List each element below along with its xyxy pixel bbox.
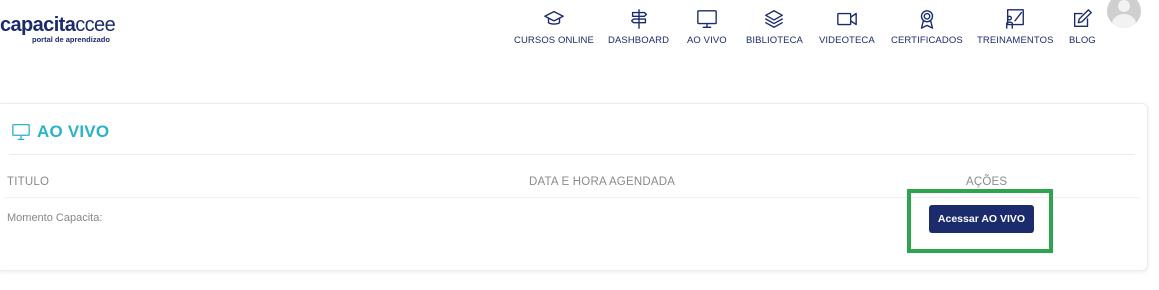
layers-icon <box>765 10 784 28</box>
monitor-icon <box>697 10 717 28</box>
user-avatar[interactable] <box>1107 0 1141 28</box>
nav-item-treinamentos[interactable]: TREINAMENTOS <box>977 8 1054 46</box>
nav-label: BLOG <box>1069 35 1096 46</box>
signpost-icon <box>630 9 647 29</box>
nav-label: AO VIVO <box>687 35 727 46</box>
nav-item-dashboard[interactable]: DASHBOARD <box>608 8 669 46</box>
logo-tagline: portal de aprendizado <box>32 35 110 44</box>
nav-label: TREINAMENTOS <box>977 35 1054 46</box>
nav-item-certificados[interactable]: CERTIFICADOS <box>891 8 963 46</box>
nav-label: BIBLIOTECA <box>746 35 803 46</box>
nav-item-cursos-online[interactable]: CURSOS ONLINE <box>514 8 594 46</box>
avatar-body <box>1112 14 1136 28</box>
nav-label: CURSOS ONLINE <box>514 35 594 46</box>
nav-item-videoteca[interactable]: VIDEOTECA <box>819 8 875 46</box>
page-title-text: AO VIVO <box>37 122 110 141</box>
nav-label: CERTIFICADOS <box>891 35 963 46</box>
divider <box>9 154 1135 155</box>
nav-item-blog[interactable]: BLOG <box>1069 8 1096 46</box>
nav-label: VIDEOTECA <box>819 35 875 46</box>
nav-item-biblioteca[interactable]: BIBLIOTECA <box>746 8 803 46</box>
column-header-datetime: DATA E HORA AGENDADA <box>529 176 676 188</box>
live-sessions-card: AO VIVO TITULO DATA E HORA AGENDADA AÇÕE… <box>0 103 1148 271</box>
logo-wordmark: capacitaccee <box>0 14 116 36</box>
column-header-title: TITULO <box>7 176 50 188</box>
row-title: Momento Capacita: <box>7 212 103 224</box>
page-title: AO VIVO <box>11 122 109 142</box>
nav-label: DASHBOARD <box>608 35 670 46</box>
column-header-actions: AÇÕES <box>966 176 1008 188</box>
nav-item-ao-vivo[interactable]: AO VIVO <box>687 8 727 46</box>
award-ribbon-icon <box>920 10 934 29</box>
access-live-button[interactable]: Acessar AO VIVO <box>929 205 1034 233</box>
logo[interactable]: capacitaccee portal de aprendizado <box>0 14 120 44</box>
monitor-icon <box>12 123 30 141</box>
avatar-head <box>1118 0 1130 12</box>
graduation-cap-icon <box>544 10 564 25</box>
presentation-board-icon <box>1006 9 1025 29</box>
edit-pencil-icon <box>1074 9 1093 28</box>
video-camera-icon <box>837 12 857 26</box>
